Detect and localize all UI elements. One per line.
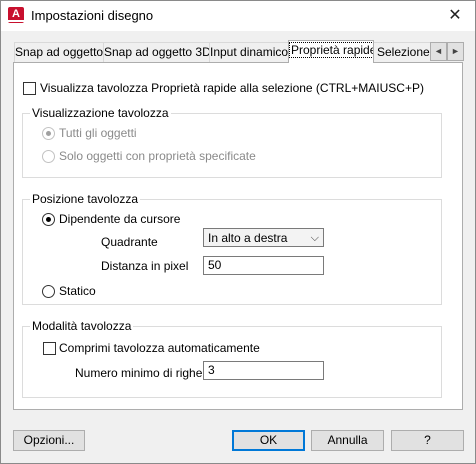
help-button[interactable]: ? bbox=[391, 430, 464, 451]
palette-behavior-legend: Modalità tavolozza bbox=[30, 319, 134, 333]
chevron-down-icon: ⌵ bbox=[310, 232, 319, 244]
tab-scroll-right-icon[interactable]: ► bbox=[447, 42, 464, 61]
ok-button[interactable]: OK bbox=[232, 430, 305, 451]
tab-label: Proprietà rapide bbox=[289, 42, 373, 58]
palette-location-legend: Posizione tavolozza bbox=[30, 192, 141, 206]
tab-input-dinamico[interactable]: Input dinamico bbox=[209, 42, 289, 62]
quadrant-label: Quadrante bbox=[101, 235, 158, 249]
palette-display-legend: Visualizzazione tavolozza bbox=[30, 106, 171, 120]
show-palette-label: Visualizza tavolozza Proprietà rapide al… bbox=[40, 81, 424, 95]
quadrant-value: In alto a destra bbox=[208, 231, 288, 245]
quadrant-dropdown[interactable]: In alto a destra ⌵ bbox=[203, 228, 324, 247]
show-palette-checkbox[interactable] bbox=[23, 82, 36, 95]
tab-scroll-left-icon[interactable]: ◄ bbox=[430, 42, 447, 61]
app-icon-letter: A bbox=[12, 8, 20, 20]
auto-collapse-checkbox[interactable] bbox=[43, 342, 56, 355]
tab-label: Input dinamico bbox=[210, 45, 289, 59]
tab-label: Snap ad oggetto 3D bbox=[104, 45, 210, 59]
tab-proprieta-rapide[interactable]: Proprietà rapide bbox=[288, 40, 374, 63]
cursor-dependent-label: Dipendente da cursore bbox=[59, 212, 181, 226]
palette-display-group bbox=[22, 113, 442, 178]
cancel-button[interactable]: Annulla bbox=[311, 430, 384, 451]
tab-scroll-arrows: ◄ ► bbox=[430, 42, 464, 61]
distance-label: Distanza in pixel bbox=[101, 259, 189, 273]
close-icon[interactable]: ✕ bbox=[436, 1, 474, 31]
static-label: Statico bbox=[59, 284, 96, 298]
autocad-app-icon: A bbox=[8, 7, 24, 23]
auto-collapse-label: Comprimi tavolozza automaticamente bbox=[59, 341, 260, 355]
cursor-dependent-radio[interactable] bbox=[42, 213, 55, 226]
options-button[interactable]: Opzioni... bbox=[13, 430, 85, 451]
specified-only-radio[interactable] bbox=[42, 150, 55, 163]
tab-selezione-ciclica[interactable]: Selezione c bbox=[373, 42, 431, 61]
min-rows-label: Numero minimo di righe bbox=[75, 366, 203, 380]
tab-label: Snap ad oggetto bbox=[15, 45, 104, 59]
tab-snap-ad-oggetto-3d[interactable]: Snap ad oggetto 3D bbox=[103, 42, 210, 62]
min-rows-input[interactable]: 3 bbox=[203, 361, 324, 380]
tab-label: Selezione c bbox=[377, 45, 430, 59]
static-radio[interactable] bbox=[42, 285, 55, 298]
specified-only-label: Solo oggetti con proprietà specificate bbox=[59, 149, 256, 163]
all-objects-radio[interactable] bbox=[42, 127, 55, 140]
distance-input[interactable]: 50 bbox=[203, 256, 324, 275]
window-title: Impostazioni disegno bbox=[31, 8, 154, 23]
all-objects-label: Tutti gli oggetti bbox=[59, 126, 137, 140]
tab-snap-ad-oggetto[interactable]: Snap ad oggetto bbox=[14, 42, 104, 62]
